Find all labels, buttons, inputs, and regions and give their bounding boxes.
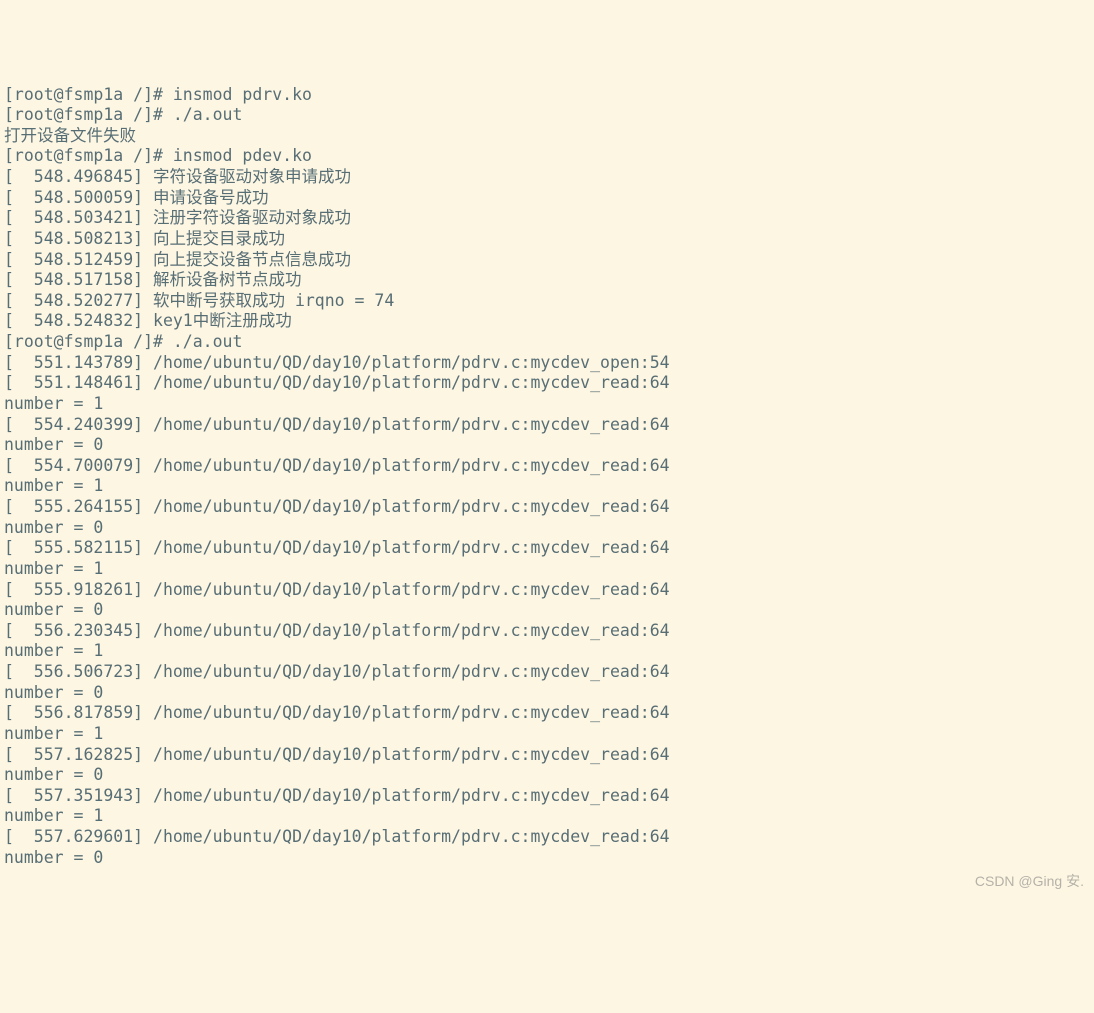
terminal-line: [ 555.918261] /home/ubuntu/QD/day10/plat… bbox=[4, 580, 1090, 601]
terminal-line: [ 548.517158] 解析设备树节点成功 bbox=[4, 270, 1090, 291]
terminal-line: number = 0 bbox=[4, 765, 1090, 786]
terminal-line: number = 1 bbox=[4, 641, 1090, 662]
terminal-line: [ 548.496845] 字符设备驱动对象申请成功 bbox=[4, 167, 1090, 188]
terminal-line: 打开设备文件失败 bbox=[4, 126, 1090, 147]
terminal-line: [ 555.264155] /home/ubuntu/QD/day10/plat… bbox=[4, 497, 1090, 518]
terminal-line: number = 0 bbox=[4, 518, 1090, 539]
terminal-line: [ 548.500059] 申请设备号成功 bbox=[4, 188, 1090, 209]
terminal-line: [ 554.700079] /home/ubuntu/QD/day10/plat… bbox=[4, 456, 1090, 477]
terminal-line: [ 554.240399] /home/ubuntu/QD/day10/plat… bbox=[4, 415, 1090, 436]
terminal-line: [ 548.520277] 软中断号获取成功 irqno = 74 bbox=[4, 291, 1090, 312]
terminal-output[interactable]: [root@fsmp1a /]# insmod pdrv.ko[root@fsm… bbox=[4, 85, 1090, 869]
terminal-line: [root@fsmp1a /]# insmod pdrv.ko bbox=[4, 85, 1090, 106]
terminal-line: number = 1 bbox=[4, 394, 1090, 415]
terminal-line: [ 551.148461] /home/ubuntu/QD/day10/plat… bbox=[4, 373, 1090, 394]
terminal-line: number = 1 bbox=[4, 559, 1090, 580]
watermark-text: CSDN @Ging 安. bbox=[975, 873, 1084, 891]
terminal-line: [ 555.582115] /home/ubuntu/QD/day10/plat… bbox=[4, 538, 1090, 559]
terminal-line: number = 0 bbox=[4, 435, 1090, 456]
terminal-line: [ 557.629601] /home/ubuntu/QD/day10/plat… bbox=[4, 827, 1090, 848]
terminal-line: [ 548.503421] 注册字符设备驱动对象成功 bbox=[4, 208, 1090, 229]
terminal-line: number = 1 bbox=[4, 724, 1090, 745]
terminal-line: [root@fsmp1a /]# ./a.out bbox=[4, 105, 1090, 126]
terminal-line: number = 0 bbox=[4, 683, 1090, 704]
terminal-line: [ 556.230345] /home/ubuntu/QD/day10/plat… bbox=[4, 621, 1090, 642]
terminal-line: [ 548.508213] 向上提交目录成功 bbox=[4, 229, 1090, 250]
terminal-line: [ 556.506723] /home/ubuntu/QD/day10/plat… bbox=[4, 662, 1090, 683]
terminal-line: number = 0 bbox=[4, 848, 1090, 869]
terminal-line: [ 548.512459] 向上提交设备节点信息成功 bbox=[4, 250, 1090, 271]
terminal-line: [root@fsmp1a /]# ./a.out bbox=[4, 332, 1090, 353]
terminal-line: [root@fsmp1a /]# insmod pdev.ko bbox=[4, 146, 1090, 167]
terminal-line: number = 1 bbox=[4, 806, 1090, 827]
terminal-line: [ 557.351943] /home/ubuntu/QD/day10/plat… bbox=[4, 786, 1090, 807]
terminal-line: number = 1 bbox=[4, 476, 1090, 497]
terminal-line: [ 556.817859] /home/ubuntu/QD/day10/plat… bbox=[4, 703, 1090, 724]
terminal-line: [ 557.162825] /home/ubuntu/QD/day10/plat… bbox=[4, 745, 1090, 766]
terminal-line: [ 548.524832] key1中断注册成功 bbox=[4, 311, 1090, 332]
terminal-line: number = 0 bbox=[4, 600, 1090, 621]
terminal-line: [ 551.143789] /home/ubuntu/QD/day10/plat… bbox=[4, 353, 1090, 374]
